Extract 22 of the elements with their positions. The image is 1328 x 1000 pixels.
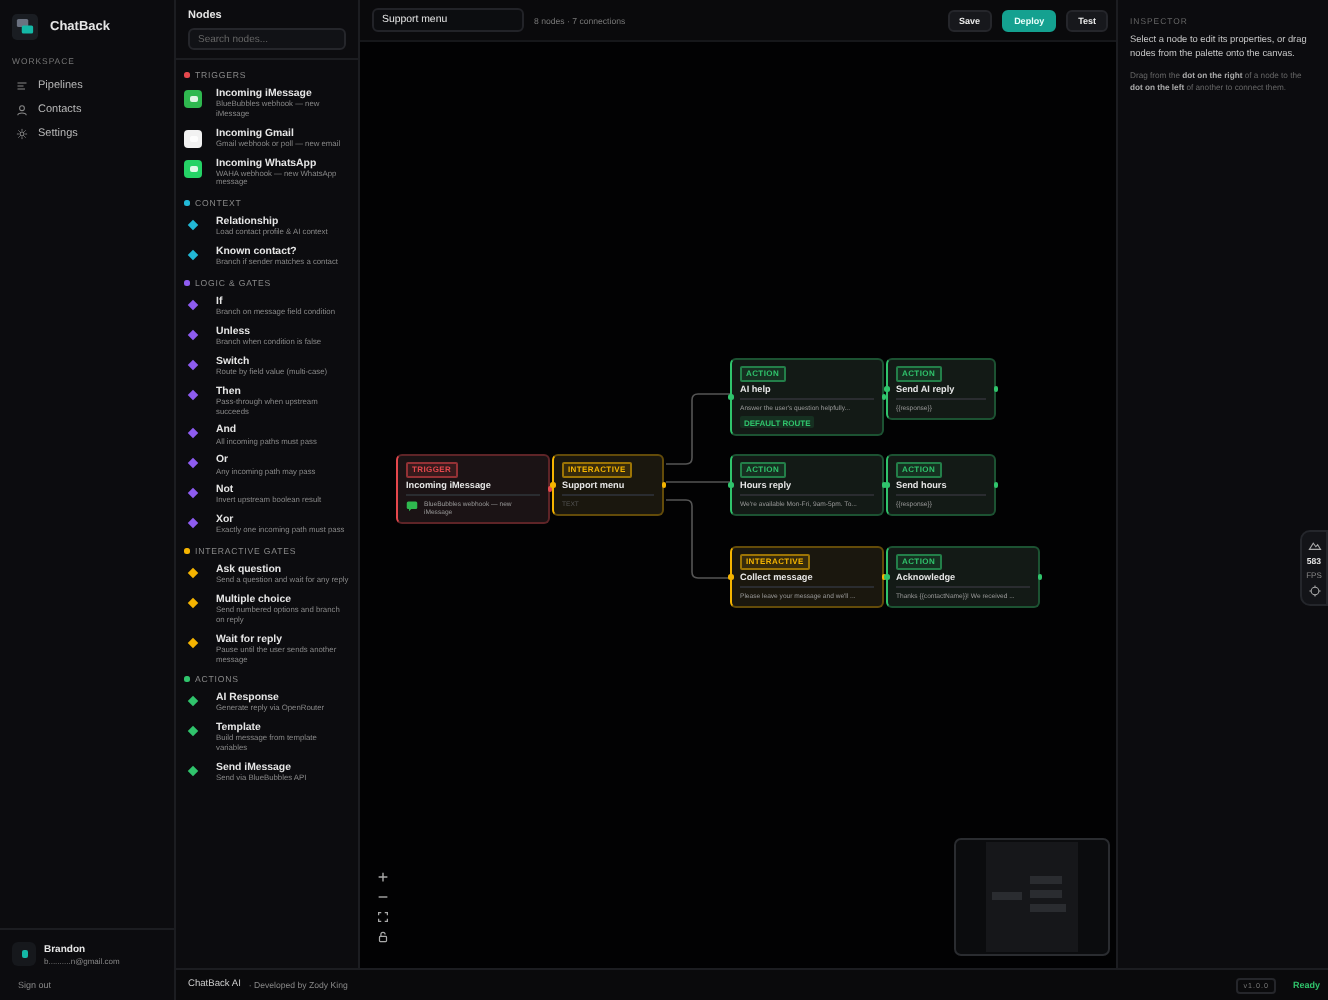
connection-port[interactable] bbox=[993, 386, 998, 392]
connection-port[interactable] bbox=[661, 482, 666, 488]
connector-line bbox=[665, 481, 731, 483]
zoom-in-icon[interactable] bbox=[376, 870, 390, 884]
connection-port[interactable] bbox=[993, 482, 998, 488]
connector-line bbox=[665, 393, 731, 465]
lock-icon[interactable] bbox=[376, 930, 390, 944]
settings-icon bbox=[16, 128, 28, 140]
crosshair-icon bbox=[1307, 584, 1321, 598]
person-icon bbox=[16, 104, 28, 116]
avatar bbox=[12, 942, 36, 966]
chat-icon bbox=[406, 500, 418, 513]
zoom-out-icon[interactable] bbox=[376, 890, 390, 904]
connection-port[interactable] bbox=[728, 482, 733, 488]
mountain-icon bbox=[1307, 538, 1321, 552]
connection-port[interactable] bbox=[728, 394, 733, 400]
list-icon bbox=[16, 80, 28, 92]
connection-port[interactable] bbox=[728, 574, 733, 580]
app-logo-icon bbox=[12, 14, 38, 40]
connection-port[interactable] bbox=[1037, 574, 1042, 580]
connector-line bbox=[665, 499, 731, 579]
fit-view-icon[interactable] bbox=[376, 910, 390, 924]
